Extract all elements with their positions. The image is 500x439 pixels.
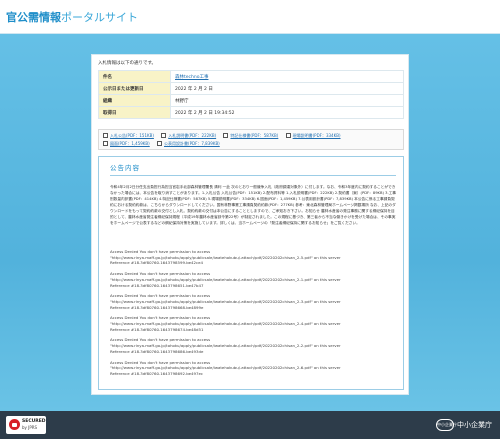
error-reference: Reference #18.3df80760.1643798686.be493d… [110,348,204,354]
attachment-link[interactable]: 特記仕様書(PDF：587KB) [230,133,278,138]
secured-badge[interactable]: SECURED by JPRS [6,416,46,434]
info-row-org: 組織 林野庁 [98,94,404,107]
info-row-subject: 件名 森林techno工事 [98,70,404,83]
attachment-item[interactable]: 現場説明書(PDF：334KB) [285,132,341,140]
error-message: Access Denied You don't have permission … [110,271,396,288]
attachment-item[interactable]: 公表用設計書(PDF：7,839KB) [157,140,220,148]
info-key: 取得日 [98,106,171,119]
attachment-item[interactable]: 図面(PDF：1,459KB) [103,140,150,148]
error-reference: Reference #18.3df80760.1643798674.be48d5… [110,326,204,332]
info-key: 件名 [98,70,171,83]
attachment-link[interactable]: 入札説明書(PDF：222KB) [168,133,216,138]
attachment-link[interactable]: 図面(PDF：1,459KB) [110,141,150,146]
info-value: 林野庁 [170,94,404,107]
site-header: 官公需情報ポータルサイト [0,0,500,34]
notice-body: 令和4年2月2日分任支出負担行為担当官岩手北部森林管理署長 清利 一此 次のとお… [110,185,396,225]
document-icon [223,133,229,138]
notice-title: 公告内容 [110,162,396,176]
lock-icon [9,419,20,430]
error-reference: Reference #18.3df80760.1643798651.be47b4… [110,282,204,288]
attachment-link[interactable]: 公表用設計書(PDF：7,839KB) [164,141,220,146]
attachment-item[interactable]: 入札公告(PDF：151KB) [103,132,154,140]
site-title-main: 官公需情報 [6,11,61,24]
info-row-fetched: 取得日 2022 年 2 月 2 日 19:34:52 [98,106,404,119]
error-message: Access Denied You don't have permission … [110,293,396,310]
error-message: Access Denied You don't have permission … [110,249,396,266]
secured-issuer: by JPRS [22,425,38,430]
secured-label: SECURED [22,419,46,424]
site-title-sub: ポータルサイト [61,11,138,24]
document-icon [161,133,167,138]
error-message: Access Denied You don't have permission … [110,360,396,377]
agency-logo: 中小企業庁 [436,419,457,431]
info-value: 2022 年 2 月 2 日 19:34:52 [170,106,404,119]
attachment-item[interactable]: 入札説明書(PDF：222KB) [161,132,216,140]
info-value: 2022 年 2 月 2 日 [170,82,404,95]
document-icon [157,141,163,146]
agency-name: 中小企業庁 [457,421,492,429]
attachment-list: 入札公告(PDF：151KB) 入札説明書(PDF：222KB) 特記仕様書(P… [98,129,404,150]
error-message: Access Denied You don't have permission … [110,337,396,354]
attachment-item[interactable]: 特記仕様書(PDF：587KB) [223,132,278,140]
site-title[interactable]: 官公需情報ポータルサイト [6,9,138,25]
intro-text: 入札情報は以下の通りです。 [98,61,157,66]
document-icon [103,141,108,146]
content-panel: 入札情報は以下の通りです。 件名 森林techno工事 公示日または更新日 20… [91,54,409,395]
attachment-link[interactable]: 現場説明書(PDF：334KB) [293,133,341,138]
site-footer: SECURED by JPRS 中小企業庁中小企業庁 [0,411,500,439]
error-reference: Reference #18.3df80760.1643798668.be4899… [110,304,204,310]
notice-box: 公告内容 令和4年2月2日分任支出負担行為担当官岩手北部森林管理署長 清利 一此… [98,156,404,390]
document-icon [285,133,291,138]
info-value: 森林techno工事 [170,70,404,83]
info-key: 組織 [98,94,171,107]
error-list: Access Denied You don't have permission … [110,249,396,382]
document-icon [103,133,108,138]
error-reference: Reference #18.3df80760.1643798599.be42ce… [110,260,204,266]
subject-link[interactable]: 森林techno工事 [175,75,208,80]
attachment-link[interactable]: 入札公告(PDF：151KB) [110,133,154,138]
error-reference: Reference #18.3df80760.1643798692.be497e… [110,370,204,376]
info-table: 件名 森林techno工事 公示日または更新日 2022 年 2 月 2 日 組… [98,70,404,119]
info-row-date: 公示日または更新日 2022 年 2 月 2 日 [98,82,404,95]
agency-link[interactable]: 中小企業庁中小企業庁 [436,419,492,431]
error-message: Access Denied You don't have permission … [110,315,396,332]
info-key: 公示日または更新日 [98,82,171,95]
